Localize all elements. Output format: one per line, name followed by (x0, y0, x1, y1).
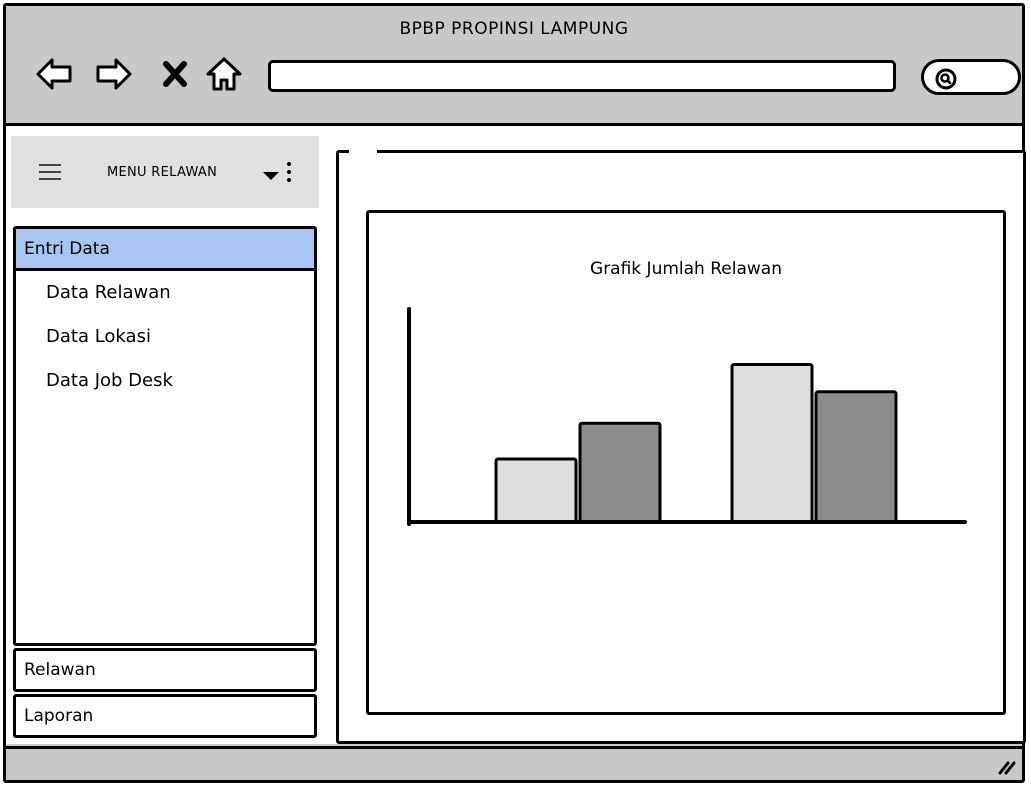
menu-button-relawan[interactable]: Relawan (13, 648, 317, 692)
menu-item-data-relawan[interactable]: Data Relawan (16, 271, 314, 315)
sidebar-header: MENU RELAWAN (11, 136, 319, 208)
menu-button-laporan[interactable]: Laporan (13, 694, 317, 738)
bar-chart (407, 307, 967, 526)
content-area: MENU RELAWAN Entri Data Data Relawan Dat… (6, 126, 1026, 744)
search-button[interactable] (921, 59, 1021, 95)
menu-item-data-lokasi[interactable]: Data Lokasi (16, 315, 314, 359)
kebab-menu-icon[interactable] (287, 162, 292, 186)
bar-series-2-category-1 (578, 421, 662, 524)
window-title: BPBP PROPINSI LAMPUNG (399, 19, 629, 39)
status-bar (6, 746, 1022, 780)
caret-down-icon[interactable] (263, 172, 279, 180)
back-arrow-icon[interactable] (34, 54, 74, 94)
home-icon[interactable] (204, 54, 244, 94)
browser-window: BPBP PROPINSI LAMPUNG MENU RELAWAN Entri… (3, 3, 1026, 783)
menu-item-data-job-desk[interactable]: Data Job Desk (16, 359, 314, 403)
chart-container: Grafik Jumlah Relawan (366, 210, 1006, 715)
bar-series-1-category-2 (730, 363, 814, 524)
forward-arrow-icon[interactable] (94, 54, 134, 94)
bar-series-1-category-1 (494, 457, 578, 524)
sidebar-header-label: MENU RELAWAN (107, 165, 218, 180)
address-bar[interactable] (268, 60, 896, 92)
close-x-icon[interactable] (158, 54, 192, 94)
title-bar: BPBP PROPINSI LAMPUNG (6, 6, 1022, 126)
search-icon (935, 68, 957, 90)
menu-section-entri-data[interactable]: Entri Data (16, 229, 314, 271)
hamburger-menu-icon[interactable] (39, 164, 61, 180)
main-panel: Grafik Jumlah Relawan (336, 149, 1026, 744)
sidebar-menu: Entri Data Data Relawan Data Lokasi Data… (13, 226, 317, 646)
panel-notch (349, 149, 377, 155)
bar-series-2-category-2 (814, 390, 898, 524)
resize-grip-icon[interactable] (996, 759, 1016, 775)
